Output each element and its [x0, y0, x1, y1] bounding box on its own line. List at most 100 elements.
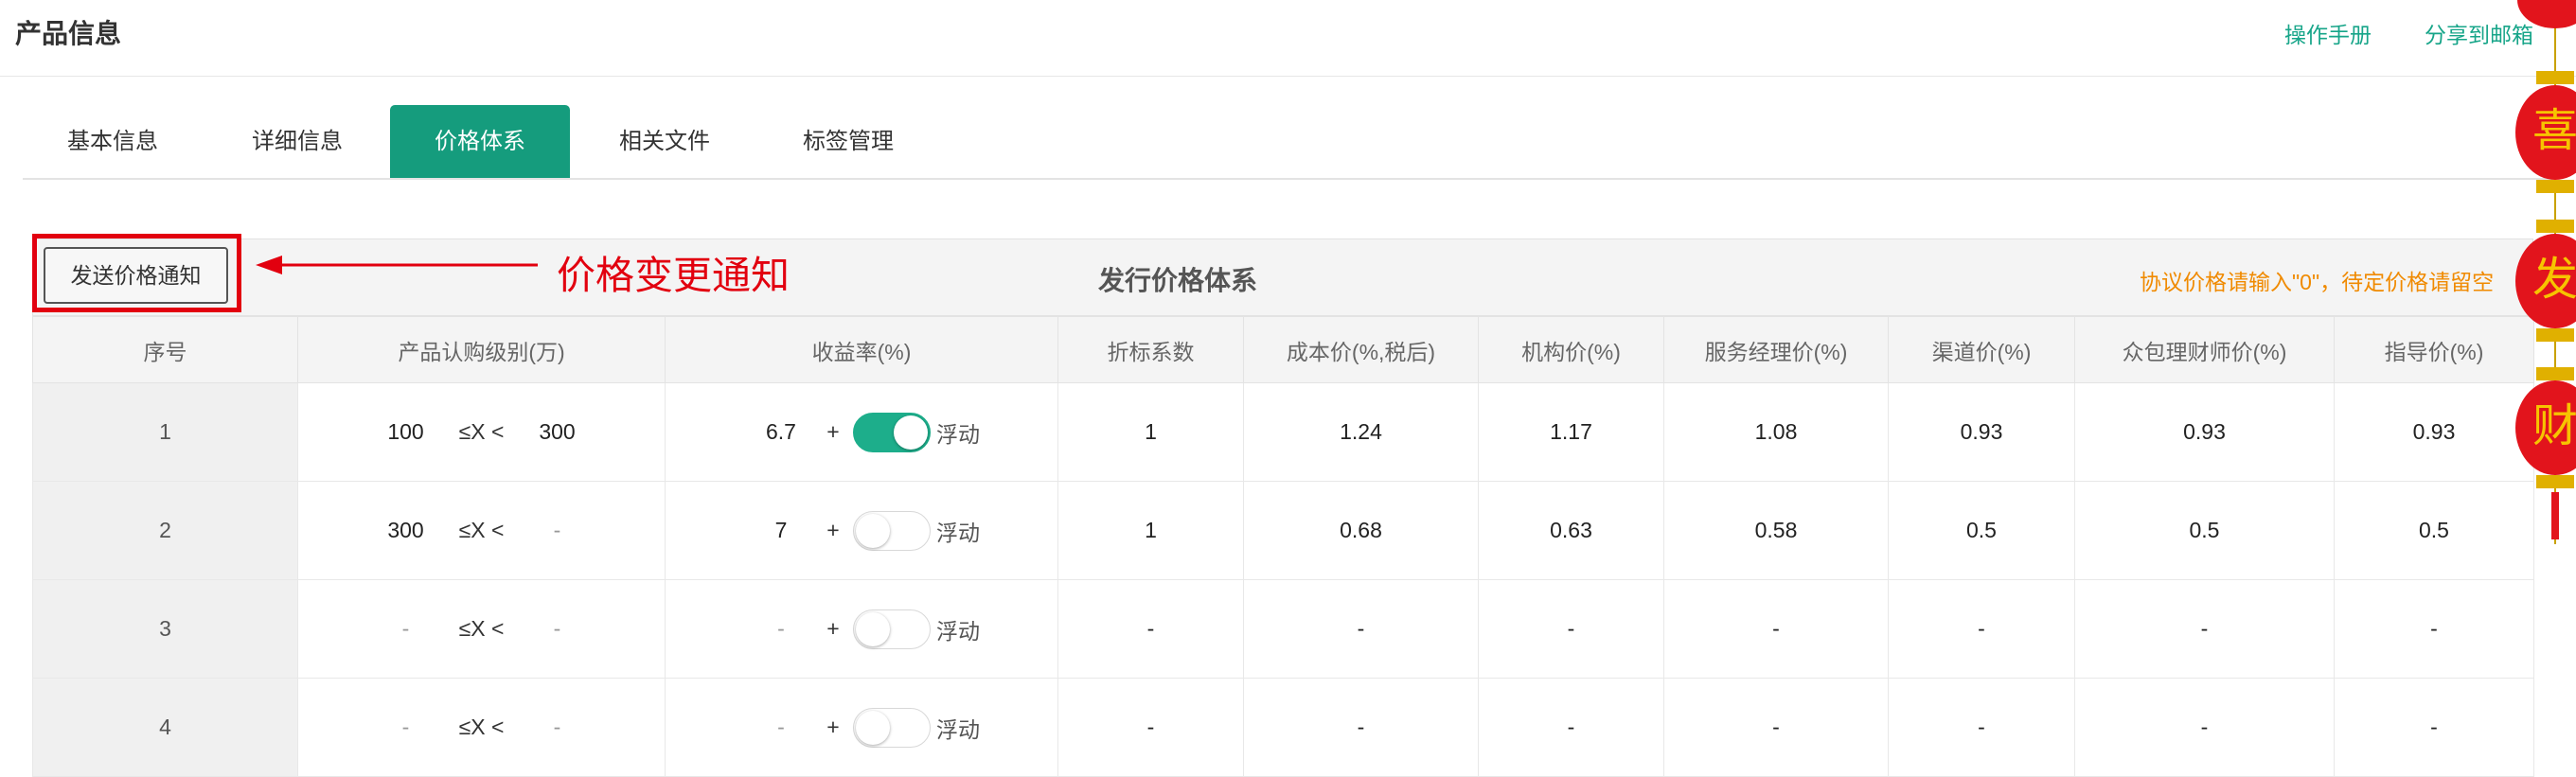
discount-factor-cell[interactable]: -: [1057, 678, 1244, 777]
discount-factor-cell[interactable]: 1: [1057, 382, 1244, 482]
seq-cell: 2: [32, 481, 298, 580]
cost-price-cell[interactable]: 0.68: [1243, 481, 1479, 580]
guide-price-cell[interactable]: 0.5: [2334, 481, 2534, 580]
cost-price-cell[interactable]: 1.24: [1243, 382, 1479, 482]
crowd-price-cell[interactable]: 0.93: [2074, 382, 2335, 482]
floating-toggle[interactable]: [853, 412, 931, 452]
range-max-value[interactable]: 300: [520, 419, 595, 445]
col-seq: 序号: [32, 316, 298, 383]
lantern-1: 喜: [2515, 71, 2576, 193]
tab-tag-management[interactable]: 标签管理: [758, 105, 938, 178]
floating-toggle[interactable]: [853, 510, 931, 551]
yield-value[interactable]: -: [743, 616, 819, 642]
lantern-char-1: 喜: [2532, 106, 2576, 156]
col-yield: 收益率(%): [665, 316, 1058, 383]
institution-price-cell[interactable]: -: [1478, 579, 1664, 679]
guide-price-cell[interactable]: 0.93: [2334, 382, 2534, 482]
discount-factor-cell[interactable]: -: [1057, 579, 1244, 679]
manager-price-cell[interactable]: 1.08: [1663, 382, 1889, 482]
annotation-text: 价格变更通知: [557, 254, 790, 297]
manual-link[interactable]: 操作手册: [2284, 17, 2372, 49]
tab-bar: 基本信息 详细信息 价格体系 相关文件 标签管理: [23, 105, 2556, 180]
page-header: 产品信息 操作手册 分享到邮箱: [0, 0, 2576, 77]
manager-price-cell[interactable]: -: [1663, 579, 1889, 679]
manager-price-cell[interactable]: 0.58: [1663, 481, 1889, 580]
lantern-char-2: 发: [2532, 255, 2576, 305]
highlight-box: [32, 234, 241, 312]
page-title: 产品信息: [15, 19, 122, 48]
col-discount-factor: 折标系数: [1057, 316, 1244, 383]
lantern-3: 财: [2515, 367, 2576, 488]
col-subscription-level: 产品认购级别(万): [297, 316, 666, 383]
range-max-value[interactable]: -: [520, 518, 595, 543]
range-operator: ≤X <: [458, 518, 505, 542]
range-min-value[interactable]: 100: [368, 419, 444, 445]
col-channel-price: 渠道价(%): [1888, 316, 2075, 383]
range-max-value[interactable]: -: [520, 715, 595, 740]
channel-price-cell[interactable]: 0.5: [1888, 481, 2075, 580]
toggle-knob: [856, 611, 890, 646]
yield-cell: 6.7 + 浮动: [665, 382, 1058, 482]
institution-price-cell[interactable]: -: [1478, 678, 1664, 777]
table-header-row: 序号 产品认购级别(万) 收益率(%) 折标系数 成本价(%,税后) 机构价(%…: [32, 316, 2534, 383]
table-row: 2 300 ≤X < -7 + 浮动 1 0.68 0.63 0.58 0.5 0.5 0.5: [32, 481, 2534, 580]
lantern-2: 发: [2515, 220, 2576, 342]
toggle-knob: [856, 513, 890, 548]
floating-toggle[interactable]: [853, 707, 931, 748]
guide-price-cell[interactable]: -: [2334, 678, 2534, 777]
discount-factor-cell[interactable]: 1: [1057, 481, 1244, 580]
yield-plus-sign: +: [826, 419, 840, 444]
price-table: 序号 产品认购级别(万) 收益率(%) 折标系数 成本价(%,税后) 机构价(%…: [32, 316, 2534, 777]
col-manager-price: 服务经理价(%): [1663, 316, 1889, 383]
range-min-value[interactable]: 300: [368, 518, 444, 543]
channel-price-cell[interactable]: -: [1888, 579, 2075, 679]
institution-price-cell[interactable]: 0.63: [1478, 481, 1664, 580]
channel-price-cell[interactable]: 0.93: [1888, 382, 2075, 482]
range-min-value[interactable]: -: [368, 616, 444, 642]
tab-basic-info[interactable]: 基本信息: [23, 105, 203, 178]
institution-price-cell[interactable]: 1.17: [1478, 382, 1664, 482]
lantern-decoration: 喜 发 财: [2515, 0, 2576, 544]
seq-cell: 4: [32, 678, 298, 777]
floating-label: 浮动: [936, 716, 980, 742]
crowd-price-cell[interactable]: -: [2074, 678, 2335, 777]
tab-related-files[interactable]: 相关文件: [575, 105, 755, 178]
panel-note: 协议价格请输入"0"，待定价格请留空: [2140, 270, 2495, 294]
yield-plus-sign: +: [826, 715, 840, 739]
guide-price-cell[interactable]: -: [2334, 579, 2534, 679]
channel-price-cell[interactable]: -: [1888, 678, 2075, 777]
col-guide-price: 指导价(%): [2334, 316, 2534, 383]
col-institution-price: 机构价(%): [1478, 316, 1664, 383]
range-min-value[interactable]: -: [368, 715, 444, 740]
col-cost-price: 成本价(%,税后): [1243, 316, 1479, 383]
crowd-price-cell[interactable]: -: [2074, 579, 2335, 679]
seq-cell: 1: [32, 382, 298, 482]
panel-title: 发行价格体系: [1098, 266, 1258, 295]
manager-price-cell[interactable]: -: [1663, 678, 1889, 777]
floating-toggle[interactable]: [853, 609, 931, 649]
cost-price-cell[interactable]: -: [1243, 579, 1479, 679]
toggle-knob: [894, 415, 928, 450]
subscription-range-cell: - ≤X < -: [297, 579, 666, 679]
tab-detail-info[interactable]: 详细信息: [207, 105, 387, 178]
range-operator: ≤X <: [458, 616, 505, 641]
col-crowd-price: 众包理财师价(%): [2074, 316, 2335, 383]
tab-price-system[interactable]: 价格体系: [390, 105, 570, 178]
cost-price-cell[interactable]: -: [1243, 678, 1479, 777]
subscription-range-cell: 100 ≤X < 300: [297, 382, 666, 482]
floating-label: 浮动: [936, 421, 980, 447]
crowd-price-cell[interactable]: 0.5: [2074, 481, 2335, 580]
lantern-char-3: 财: [2532, 401, 2576, 451]
subscription-range-cell: - ≤X < -: [297, 678, 666, 777]
yield-plus-sign: +: [826, 616, 840, 641]
table-row: 1 100 ≤X <300 6.7 + 浮动 1 1.24 1.17 1.08 0.93 0.93 0.…: [32, 382, 2534, 482]
arrow-left-icon: [256, 256, 538, 274]
range-max-value[interactable]: -: [520, 616, 595, 642]
subscription-range-cell: 300 ≤X < -: [297, 481, 666, 580]
yield-value[interactable]: -: [743, 715, 819, 740]
yield-cell: - + 浮动: [665, 579, 1058, 679]
yield-value[interactable]: 6.7: [743, 419, 819, 445]
table-row: 4- ≤X < - - + 浮动 - - - - - - -: [32, 678, 2534, 777]
range-operator: ≤X <: [458, 715, 505, 739]
yield-value[interactable]: 7: [743, 518, 819, 543]
